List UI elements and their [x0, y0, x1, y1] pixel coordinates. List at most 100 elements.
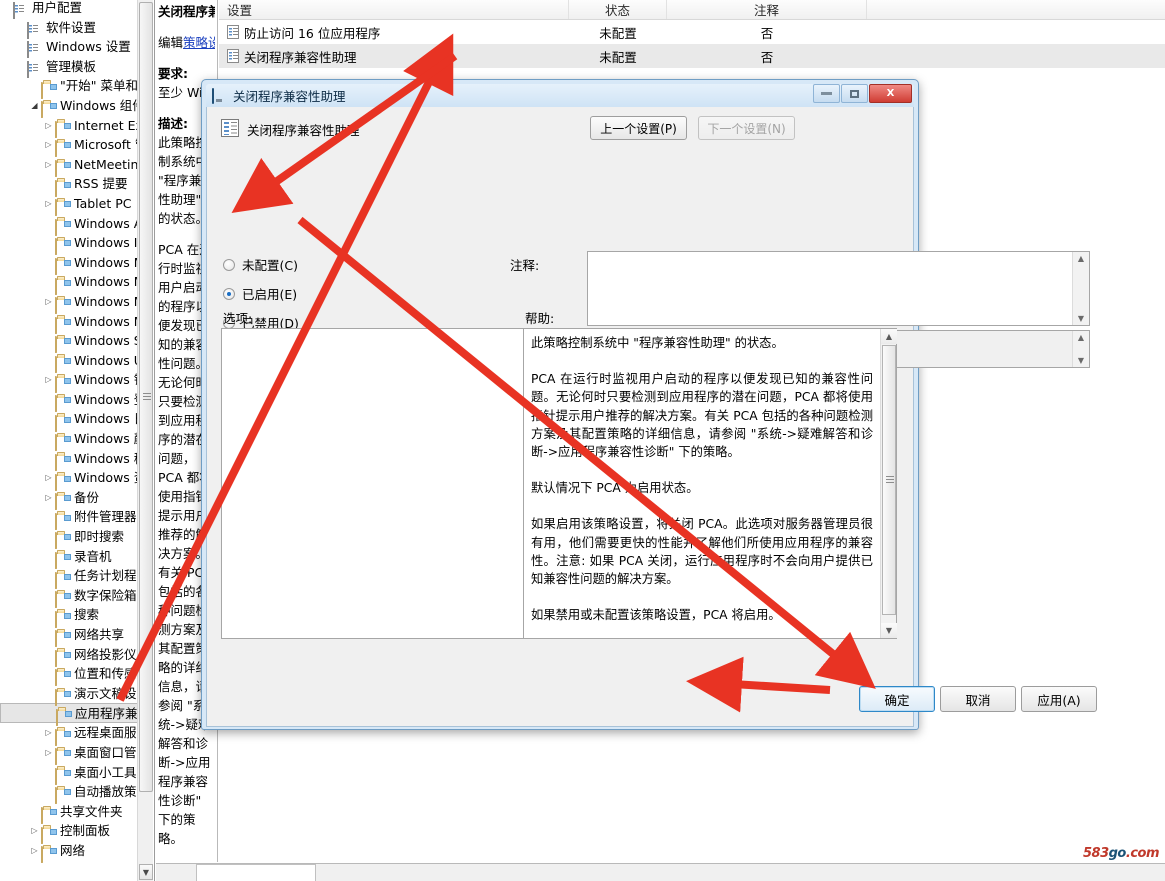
- help-scrollbar-thumb[interactable]: [882, 345, 896, 615]
- tree-item-43[interactable]: ▷ 网络: [0, 841, 138, 864]
- tree-item-10[interactable]: ▷ Tablet PC: [0, 194, 138, 217]
- view-tab-extended[interactable]: [196, 864, 316, 881]
- policy-tree[interactable]: 用户配置软件设置 Windows 设置管理模板 "开始" 菜单和任务栏 ◢ Window…: [0, 0, 138, 879]
- cancel-button[interactable]: 取消: [940, 686, 1016, 712]
- tree-item-18[interactable]: Windows Update: [0, 351, 138, 373]
- dialog-body: 关闭程序兼容性助理 上一个设置(P) 下一个设置(N) 未配置(C) 已启用(E…: [206, 107, 1097, 727]
- column-header-state[interactable]: 状态: [569, 0, 667, 19]
- help-scrollbar[interactable]: ▲ ▼: [880, 329, 897, 638]
- comment-scroll-down-icon[interactable]: ▼: [1078, 314, 1084, 323]
- chevron-right-icon[interactable]: ▷: [42, 194, 55, 214]
- tree-item-38[interactable]: ▷ 桌面窗口管理器: [0, 743, 138, 766]
- tree-item-27[interactable]: 即时搜索: [0, 527, 138, 550]
- tree-item-23[interactable]: Windows 移动中心: [0, 449, 138, 471]
- tree-item-5[interactable]: ◢ Windows 组件: [0, 96, 138, 119]
- tree-item-15[interactable]: ▷ Windows Media Player: [0, 292, 138, 315]
- chevron-right-icon[interactable]: ▷: [28, 821, 41, 841]
- folder-icon: [56, 707, 71, 726]
- column-header-setting[interactable]: 设置: [219, 0, 569, 19]
- comment-scroll-up-icon[interactable]: ▲: [1078, 254, 1084, 263]
- tree-item-41[interactable]: 共享文件夹: [0, 802, 138, 825]
- close-button[interactable]: X: [869, 84, 912, 103]
- help-scroll-up-icon[interactable]: ▲: [881, 329, 897, 344]
- tree-item-19[interactable]: ▷ Windows 错误报告: [0, 370, 138, 393]
- folder-icon: [55, 393, 70, 413]
- tree-item-2[interactable]: Windows 设置: [0, 37, 138, 59]
- tree-item-25[interactable]: ▷ 备份: [0, 488, 138, 511]
- chevron-right-icon[interactable]: ▷: [42, 135, 55, 155]
- tree-item-16[interactable]: Windows Messenger: [0, 312, 138, 334]
- tree-item-30[interactable]: 数字保险箱: [0, 586, 138, 609]
- chevron-right-icon[interactable]: ▷: [42, 488, 55, 508]
- tree-item-0[interactable]: 用户配置: [0, 0, 138, 20]
- table-row[interactable]: 关闭程序兼容性助理 未配置 否: [219, 44, 1165, 68]
- tree-item-1[interactable]: 软件设置: [0, 18, 138, 39]
- chevron-right-icon[interactable]: ▷: [42, 155, 55, 175]
- tree-item-label: 数字保险箱: [74, 587, 137, 603]
- tree-item-31[interactable]: 搜索: [0, 605, 138, 628]
- tree-scroll-down-button[interactable]: ▼: [139, 864, 153, 880]
- tree-item-17[interactable]: Windows Sidebar: [0, 331, 138, 354]
- chevron-right-icon[interactable]: ▷: [42, 292, 55, 312]
- folder-icon: [55, 550, 70, 569]
- maximize-button[interactable]: [841, 84, 868, 103]
- minimize-button[interactable]: [813, 84, 840, 103]
- options-panel[interactable]: [221, 328, 525, 639]
- tree-item-20[interactable]: Windows 登录选项: [0, 390, 138, 413]
- tree-item-34[interactable]: 位置和传感器: [0, 664, 138, 687]
- tree-item-9[interactable]: RSS 提要: [0, 174, 138, 197]
- tree-item-12[interactable]: Windows Installer: [0, 233, 138, 256]
- tree-item-22[interactable]: Windows 颜色系统: [0, 429, 138, 452]
- tree-item-label: Windows Anytime Upgrade: [74, 215, 138, 231]
- tree-item-35[interactable]: 演示文稿设置: [0, 684, 138, 707]
- tree-item-32[interactable]: 网络共享: [0, 625, 138, 648]
- radio-not-configured-indicator[interactable]: [223, 258, 235, 271]
- tree-item-42[interactable]: ▷ 控制面板: [0, 821, 138, 844]
- chevron-right-icon[interactable]: ▷: [42, 116, 55, 136]
- platform-scrollbar[interactable]: ▲ ▼: [1072, 331, 1089, 367]
- tree-item-14[interactable]: Windows Media Center: [0, 272, 138, 295]
- ok-button[interactable]: 确定: [859, 686, 935, 712]
- dialog-title-bar[interactable]: 关闭程序兼容性助理 X: [206, 84, 914, 107]
- chevron-right-icon[interactable]: ▷: [42, 723, 55, 743]
- previous-setting-button[interactable]: 上一个设置(P): [590, 116, 687, 140]
- tree-item-36[interactable]: 应用程序兼容性: [0, 703, 138, 726]
- column-header-comment[interactable]: 注释: [667, 0, 867, 19]
- tree-item-13[interactable]: Windows Mail: [0, 253, 138, 276]
- table-row[interactable]: 防止访问 16 位应用程序 未配置 否: [219, 20, 1165, 44]
- chevron-right-icon[interactable]: ▷: [42, 370, 55, 390]
- tree-item-6[interactable]: ▷ Internet Explorer: [0, 116, 138, 138]
- tree-item-39[interactable]: 桌面小工具: [0, 763, 138, 785]
- list-rows[interactable]: 防止访问 16 位应用程序 未配置否关闭程序兼容性助理 未配置否: [219, 20, 1165, 68]
- folder-icon: [55, 746, 70, 766]
- chevron-right-icon[interactable]: ▷: [28, 841, 41, 861]
- help-scroll-down-icon[interactable]: ▼: [881, 623, 897, 638]
- tree-item-26[interactable]: 附件管理器: [0, 507, 138, 530]
- platform-scroll-up-icon[interactable]: ▲: [1078, 333, 1084, 342]
- tree-scrollbar-thumb[interactable]: [139, 2, 153, 792]
- chevron-right-icon[interactable]: ▷: [42, 468, 55, 488]
- tree-item-21[interactable]: Windows 日历: [0, 409, 138, 432]
- tree-item-3[interactable]: 管理模板: [0, 57, 138, 79]
- tree-item-28[interactable]: 录音机: [0, 547, 138, 569]
- radio-not-configured[interactable]: 未配置(C): [223, 255, 298, 274]
- tree-vertical-scrollbar[interactable]: ▼: [137, 0, 153, 881]
- chevron-down-icon[interactable]: ◢: [28, 96, 41, 116]
- tree-item-4[interactable]: "开始" 菜单和任务栏: [0, 76, 138, 99]
- tree-item-37[interactable]: ▷ 远程桌面服务: [0, 723, 138, 746]
- tree-item-11[interactable]: Windows Anytime Upgrade: [0, 214, 138, 236]
- chevron-right-icon[interactable]: ▷: [42, 743, 55, 763]
- radio-enabled[interactable]: 已启用(E): [223, 284, 297, 303]
- edit-policy-setting-link[interactable]: 策略设置: [183, 35, 215, 50]
- comment-scrollbar[interactable]: ▲ ▼: [1072, 252, 1089, 325]
- platform-scroll-down-icon[interactable]: ▼: [1078, 356, 1084, 365]
- radio-enabled-indicator[interactable]: [223, 287, 235, 300]
- tree-item-33[interactable]: 网络投影仪: [0, 645, 138, 667]
- tree-item-7[interactable]: ▷ Microsoft 管理控制台: [0, 135, 138, 158]
- tree-item-8[interactable]: ▷ NetMeeting: [0, 155, 138, 178]
- tree-item-29[interactable]: 任务计划程序: [0, 566, 138, 589]
- tree-item-40[interactable]: 自动播放策略: [0, 782, 138, 805]
- tree-item-label: 远程桌面服务: [74, 725, 138, 741]
- tree-item-24[interactable]: ▷ Windows 资源管理器: [0, 468, 138, 491]
- apply-button[interactable]: 应用(A): [1021, 686, 1097, 712]
